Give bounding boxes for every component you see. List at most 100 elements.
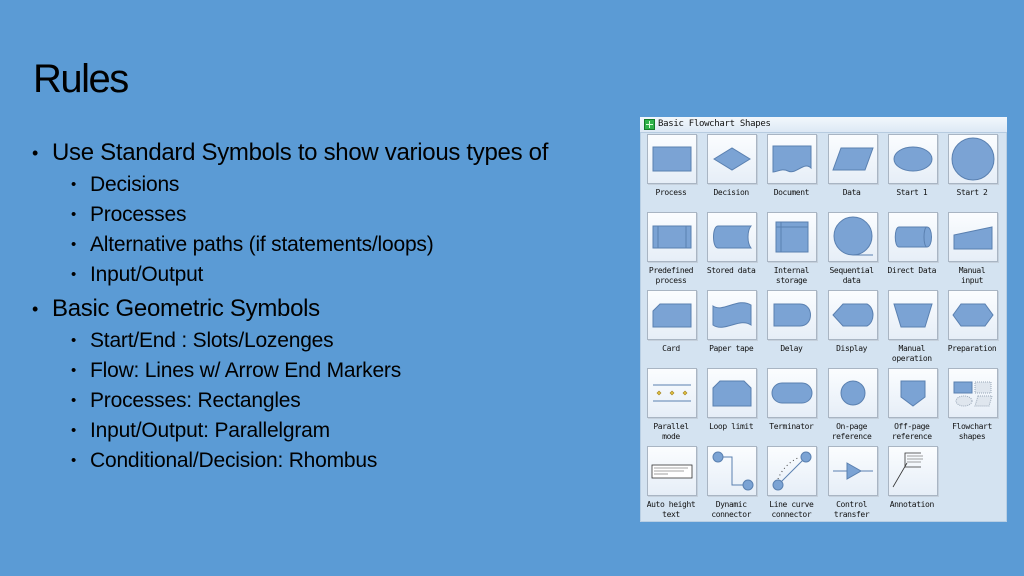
shape-tile-button[interactable] [827, 446, 878, 496]
shape-label: Off-page reference [891, 422, 932, 441]
paper-tape-shape-icon [712, 302, 752, 328]
shape-tile-button[interactable] [707, 134, 758, 184]
sub-bullet-text: Processes [90, 203, 187, 226]
shape-tile-button[interactable] [827, 368, 878, 418]
bullet-icon: • [71, 452, 77, 469]
control-transfer-icon [832, 462, 873, 480]
shape-tile-button[interactable] [707, 368, 758, 418]
shape-tile-button[interactable] [647, 134, 697, 184]
sub-bullet-item: • Conditional/Decision: Rhombus [30, 446, 548, 476]
bullet-icon: • [71, 422, 77, 439]
shape-label: Delay [780, 344, 803, 353]
shape-tile-button[interactable] [647, 368, 697, 418]
shape-tile-button[interactable] [647, 290, 697, 340]
start1-shape-icon [893, 146, 933, 172]
sub-bullet-text: Alternative paths (if statements/loops) [90, 233, 434, 256]
shape-tile-button[interactable] [767, 368, 818, 418]
sub-bullet-item: • Processes: Rectangles [30, 386, 548, 416]
shape-label: Internal storage [773, 266, 810, 285]
shape-tile-button[interactable] [707, 446, 758, 496]
shape-tile-button[interactable] [827, 134, 878, 184]
shape-label: Terminator [769, 422, 814, 431]
line-curve-connector-icon [772, 451, 812, 491]
card-shape-icon [652, 303, 692, 328]
sub-bullet-item: • Decisions [30, 170, 548, 200]
shape-label: Sequential data [829, 266, 875, 285]
bullet-icon: • [71, 206, 77, 223]
shape-tile-button[interactable] [767, 212, 818, 262]
sub-bullet-item: • Alternative paths (if statements/loops) [30, 230, 548, 260]
terminator-shape-icon [771, 382, 813, 404]
shape-tile-button[interactable] [887, 368, 938, 418]
annotation-icon [892, 452, 923, 488]
shape-label: Display [836, 344, 868, 353]
shape-tile-button[interactable] [767, 290, 818, 340]
sub-bullet-item: • Input/Output [30, 260, 548, 290]
shape-label: Line curve connector [769, 500, 814, 519]
sub-bullet-text: Conditional/Decision: Rhombus [90, 449, 378, 472]
shape-tile-button[interactable] [827, 290, 878, 340]
shape-label: Dynamic connector [711, 500, 752, 519]
document-shape-icon [772, 145, 812, 173]
display-shape-icon [831, 303, 874, 327]
bullet-icon: • [71, 236, 77, 253]
auto-height-text-icon [651, 464, 693, 479]
shape-tile-button[interactable] [707, 212, 758, 262]
shape-label: Card [662, 344, 680, 353]
slide-title: Rules [33, 57, 129, 101]
bullet-icon: • [32, 299, 39, 319]
shape-label: Predefined process [648, 266, 694, 285]
panel-header[interactable]: Basic Flowchart Shapes [640, 117, 1007, 133]
direct-data-shape-icon [894, 226, 932, 248]
loop-limit-shape-icon [712, 380, 752, 407]
shape-label: Stored data [706, 266, 756, 275]
on-page-reference-shape-icon [840, 380, 866, 406]
shape-label: Decision [713, 188, 750, 197]
shape-tile-button[interactable] [948, 212, 998, 262]
shape-tile-button[interactable] [767, 446, 818, 496]
process-shape-icon [652, 146, 692, 172]
shape-tile-button[interactable] [948, 368, 998, 418]
sub-bullet-text: Input/Output [90, 263, 204, 286]
shape-tile-button[interactable] [647, 212, 697, 262]
shape-label: Preparation [947, 344, 997, 353]
parallel-mode-shape-icon [653, 384, 691, 402]
shape-tile-button[interactable] [647, 446, 697, 496]
shape-label: Control transfer [833, 500, 870, 519]
shape-label: Start 1 [896, 188, 928, 197]
shape-tile-button[interactable] [707, 290, 758, 340]
bullet-item: • Basic Geometric Symbols [30, 292, 548, 326]
bullet-icon: • [32, 143, 39, 163]
flowchart-shapes-library-panel: Basic Flowchart Shapes Process Decision Do… [640, 117, 1007, 522]
shape-tile-button[interactable] [948, 290, 998, 340]
sub-bullet-item: • Start/End : Slots/Lozenges [30, 326, 548, 356]
shape-tile-button[interactable] [887, 134, 938, 184]
shape-label: Paper tape [709, 344, 754, 353]
shape-tile-button[interactable] [767, 134, 818, 184]
bullet-icon: • [71, 332, 77, 349]
shape-label: Flowchart shapes [952, 422, 992, 441]
shape-label: Process [655, 188, 687, 197]
shape-label: Manual operation [891, 344, 932, 363]
sub-bullet-text: Start/End : Slots/Lozenges [90, 329, 334, 352]
shape-label: Document [773, 188, 810, 197]
shape-label: On-page reference [831, 422, 872, 441]
shape-tile-button[interactable] [887, 212, 938, 262]
shape-label: Auto height text [646, 500, 696, 519]
shape-label: Data [842, 188, 861, 197]
sub-bullet-text: Decisions [90, 173, 180, 196]
shape-label: Manual input [958, 266, 986, 285]
sub-bullet-text: Processes: Rectangles [90, 389, 301, 412]
shape-tile-button[interactable] [887, 290, 938, 340]
shape-tile-button[interactable] [948, 134, 998, 184]
sequential-data-shape-icon [833, 216, 873, 256]
shape-label: Direct Data [887, 266, 937, 275]
data-shape-icon [831, 147, 874, 171]
decision-shape-icon [713, 147, 752, 171]
bullet-list: • Use Standard Symbols to show various ty… [30, 136, 548, 476]
bullet-icon: • [71, 362, 77, 379]
bullet-text: Use Standard Symbols to show various typ… [52, 139, 549, 166]
bullet-item: • Use Standard Symbols to show various ty… [30, 136, 548, 170]
shape-tile-button[interactable] [887, 446, 938, 496]
shape-tile-button[interactable] [827, 212, 878, 262]
